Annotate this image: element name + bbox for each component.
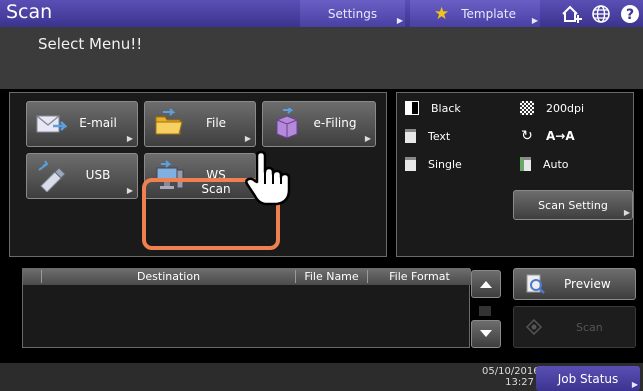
scan-settings-panel: Black 200dpi Text ↻ A→A Single Auto Scan…	[396, 92, 634, 257]
efiling-label: e-Filing	[313, 116, 357, 130]
title-bar: Scan Settings ▶ ★ Template ▶ ?	[0, 0, 643, 27]
usb-button[interactable]: USB ▶	[26, 153, 138, 199]
template-label: Template	[461, 6, 516, 21]
usb-label: USB	[85, 168, 111, 182]
scan-button[interactable]: Scan	[513, 306, 636, 348]
scan-setting-label: Scan Setting	[538, 198, 608, 212]
chevron-icon: ▶	[631, 380, 638, 389]
scroll-position-indicator	[479, 306, 491, 316]
file-label: File	[205, 116, 227, 130]
scan-label: Scan	[576, 320, 603, 334]
sides-setting: Single	[405, 153, 462, 175]
efiling-button[interactable]: e-Filing ▶	[262, 101, 376, 147]
star-icon: ★	[433, 3, 450, 24]
original-mode-value: Text	[428, 129, 451, 143]
chevron-icon: ▶	[126, 186, 133, 195]
preview-icon	[526, 274, 545, 294]
efiling-box-icon	[276, 108, 298, 139]
email-label: E-mail	[79, 116, 117, 130]
svg-text:?: ?	[626, 7, 634, 23]
chevron-icon: ▶	[623, 208, 630, 217]
column-destination: Destination	[41, 270, 295, 283]
size-setting: Auto	[520, 153, 569, 175]
preview-button[interactable]: Preview	[513, 268, 636, 300]
rotate-icon: ↻	[521, 128, 533, 144]
rotation-value: A→A	[546, 129, 575, 143]
date-text: 05/10/2016	[482, 366, 540, 377]
color-mode-setting: Black	[405, 97, 461, 119]
time-text: 13:27	[505, 377, 534, 388]
start-icon	[526, 319, 542, 335]
globe-icon[interactable]	[589, 2, 613, 25]
chevron-icon: ▶	[396, 16, 403, 25]
date-time: 05/10/2016 13:27	[482, 366, 540, 388]
chevron-icon: ▶	[364, 134, 371, 143]
page-title: Scan	[6, 1, 53, 23]
preview-label: Preview	[564, 277, 611, 291]
job-status-label: Job Status	[557, 371, 619, 386]
home-plus-icon[interactable]	[560, 2, 584, 25]
job-status-button[interactable]: Job Status ▶	[536, 366, 640, 391]
resolution-icon	[520, 101, 534, 115]
color-mode-value: Black	[431, 101, 461, 115]
scan-menu-panel: E-mail ▶ File ▶ e-Filing ▶ USB ▶ WS Scan	[9, 92, 387, 257]
chevron-up-icon	[480, 281, 492, 288]
settings-label: Settings	[327, 6, 378, 21]
scroll-up-button[interactable]	[471, 270, 501, 298]
settings-button[interactable]: Settings ▶	[300, 0, 405, 27]
scan-setting-button[interactable]: Scan Setting ▶	[513, 190, 633, 220]
rotation-setting: ↻ A→A	[520, 125, 575, 147]
help-icon[interactable]: ?	[618, 2, 642, 25]
envelope-icon	[36, 115, 67, 133]
chevron-icon: ▶	[244, 134, 251, 143]
file-button[interactable]: File ▶	[144, 101, 256, 147]
destination-list: Destination File Name File Format	[22, 268, 471, 348]
usb-drive-icon	[38, 160, 66, 192]
email-button[interactable]: E-mail ▶	[26, 101, 138, 147]
template-button[interactable]: ★ Template ▶	[410, 0, 540, 27]
resolution-value: 200dpi	[546, 101, 585, 115]
black-mode-icon	[405, 101, 419, 115]
document-icon	[405, 129, 416, 143]
status-bar: 05/10/2016 13:27 Job Status ▶	[0, 363, 643, 391]
destination-list-header: Destination File Name File Format	[23, 269, 471, 285]
instruction-message: Select Menu!!	[38, 35, 143, 53]
message-area: Select Menu!!	[0, 27, 643, 89]
resolution-setting: 200dpi	[520, 97, 584, 119]
destination-scrollbar	[470, 268, 502, 348]
size-value: Auto	[543, 157, 569, 171]
chevron-icon: ▶	[126, 134, 133, 143]
column-file-format: File Format	[367, 270, 471, 283]
pointer-hand-icon	[245, 150, 291, 206]
column-file-name: File Name	[295, 270, 367, 283]
scan-screen: Scan Settings ▶ ★ Template ▶ ? Select Me…	[0, 0, 643, 391]
scroll-down-button[interactable]	[471, 320, 501, 348]
chevron-icon: ▶	[531, 16, 538, 25]
sides-value: Single	[428, 157, 462, 171]
folder-icon	[155, 108, 183, 135]
single-page-icon	[405, 157, 416, 171]
original-mode-setting: Text	[405, 125, 450, 147]
chevron-down-icon	[480, 330, 492, 337]
auto-size-icon	[520, 157, 531, 171]
